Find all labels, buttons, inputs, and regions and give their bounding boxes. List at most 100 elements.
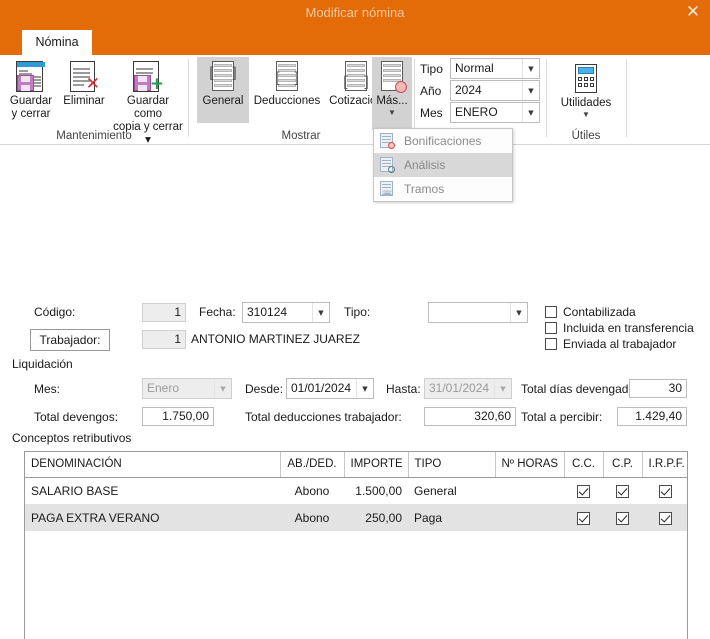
desde-date-input[interactable]: 01/01/2024 ▼ (286, 378, 374, 399)
ribbon-separator-4 (626, 59, 627, 137)
ribbon-group-label-mantenimiento: Mantenimiento (56, 130, 132, 142)
cell-importe: 250,00 (344, 504, 408, 531)
checkbox-checked-icon (659, 511, 672, 525)
cell-irpf[interactable] (642, 477, 687, 504)
cell-horas (495, 477, 564, 504)
total-deducciones-field[interactable]: 320,60 (424, 407, 516, 426)
ribbon-ano-label: Año (420, 84, 442, 98)
checkbox-contabilizada[interactable]: Contabilizada (545, 305, 636, 319)
cell-cp[interactable] (603, 477, 642, 504)
checkbox-box (545, 306, 557, 318)
save-close-icon (4, 59, 58, 95)
ribbon-tipo-select[interactable]: Normal ▼ (450, 58, 540, 79)
mas-button[interactable]: Más... ▼ (372, 57, 412, 130)
cell-cc[interactable] (564, 504, 603, 531)
checkbox-box (545, 338, 557, 350)
total-dias-field[interactable]: 30 (629, 379, 687, 398)
chevron-down-icon[interactable]: ▼ (356, 379, 373, 398)
checkbox-label: Enviada al trabajador (563, 337, 677, 351)
tipo-select[interactable]: ▼ (428, 302, 528, 323)
general-label: General (202, 95, 244, 107)
checkbox-checked-icon (616, 484, 629, 498)
conceptos-table-container[interactable]: DENOMINACIÓN AB./DED. IMPORTE TIPO Nº HO… (24, 451, 688, 639)
column-header-irpf[interactable]: I.R.P.F. (642, 452, 687, 478)
general-button[interactable]: [ ] General (197, 57, 249, 123)
guardar-y-cerrar-label-1: Guardar (9, 95, 53, 107)
column-header-denominacion[interactable]: DENOMINACIÓN (25, 452, 281, 478)
guardar-y-cerrar-label-2: y cerrar (11, 108, 51, 120)
deducciones-button[interactable]: [ ] Deducciones (251, 57, 323, 123)
document-grid-icon: [ ] (251, 59, 323, 95)
chevron-down-icon[interactable]: ▼ (214, 379, 231, 398)
delete-document-icon: ✕ (59, 59, 109, 95)
fecha-label: Fecha: (199, 305, 236, 319)
menu-item-analisis[interactable]: Análisis (374, 153, 512, 177)
eliminar-button[interactable]: ✕ Eliminar (59, 57, 109, 108)
tab-nomina[interactable]: Nómina (22, 30, 92, 55)
mes-label: Mes: (34, 382, 61, 396)
utilidades-button[interactable]: Utilidades ▼ (550, 59, 622, 119)
column-header-horas[interactable]: Nº HORAS (495, 452, 565, 478)
column-header-tipo[interactable]: TIPO (408, 452, 496, 478)
tipo-label: Tipo: (344, 305, 371, 319)
chevron-down-icon[interactable]: ▼ (550, 111, 622, 119)
total-devengos-label: Total devengos: (34, 410, 119, 424)
total-deducciones-label: Total deducciones trabajador: (245, 410, 402, 424)
hasta-date-input[interactable]: 31/01/2024 ▼ (424, 378, 512, 399)
close-icon[interactable]: ✕ (680, 2, 706, 24)
total-dias-label: Total días devengados: (521, 382, 645, 396)
total-percibir-field[interactable]: 1.429,40 (617, 407, 687, 426)
chevron-down-icon[interactable]: ▼ (522, 59, 539, 78)
cell-tipo: General (414, 483, 457, 498)
document-search-icon (378, 156, 396, 174)
document-layers-icon (378, 180, 396, 198)
guardar-y-cerrar-button[interactable]: Guardar y cerrar (4, 57, 58, 121)
chevron-down-icon[interactable]: ▼ (522, 103, 539, 122)
ribbon-separator-3 (546, 59, 547, 137)
codigo-field: 1 (142, 303, 186, 322)
chevron-down-icon[interactable]: ▼ (522, 81, 539, 100)
ribbon-separator-2 (414, 59, 415, 137)
column-header-importe[interactable]: IMPORTE (344, 452, 409, 478)
trabajador-name: ANTONIO MARTINEZ JUAREZ (191, 332, 360, 346)
ribbon-group-label-utiles: Útiles (571, 130, 601, 142)
chevron-down-icon[interactable]: ▼ (494, 379, 511, 398)
column-header-abded[interactable]: AB./DED. (280, 452, 345, 478)
deducciones-label: Deducciones (253, 95, 321, 107)
table-row[interactable]: PAGA EXTRA VERANO Abono 250,00 Paga (25, 504, 687, 531)
cell-abded: Abono (294, 483, 330, 498)
codigo-label: Código: (34, 305, 76, 319)
utilidades-label: Utilidades (560, 97, 612, 109)
cell-tipo: Paga (408, 504, 495, 531)
menu-item-tramos[interactable]: Tramos (374, 177, 512, 201)
ribbon-ano-select[interactable]: 2024 ▼ (450, 80, 540, 101)
checkbox-enviada-al-trabajador[interactable]: Enviada al trabajador (545, 337, 676, 351)
cell-irpf[interactable] (642, 504, 687, 531)
cell-cp[interactable] (603, 504, 642, 531)
menu-item-bonificaciones[interactable]: Bonificaciones (374, 129, 512, 153)
hasta-label: Hasta: (386, 382, 421, 396)
ribbon-separator-1 (188, 59, 189, 137)
conceptos-retributivos-label: Conceptos retributivos (12, 431, 132, 445)
fecha-date-input[interactable]: 310124 ▼ (242, 302, 330, 323)
document-seal-icon (378, 132, 396, 150)
mes-select[interactable]: Enero ▼ (142, 378, 232, 399)
table-row[interactable]: SALARIO BASE Abono 1.500,00 General (25, 477, 687, 504)
ribbon-mes-select[interactable]: ENERO ▼ (450, 102, 540, 123)
trabajador-button[interactable]: Trabajador: (30, 329, 110, 351)
liquidacion-section-label: Liquidación (12, 357, 73, 371)
column-header-cp[interactable]: C.P. (603, 452, 643, 478)
calculator-icon (550, 61, 622, 97)
table-header-row: DENOMINACIÓN AB./DED. IMPORTE TIPO Nº HO… (25, 452, 687, 478)
chevron-down-icon[interactable]: ▼ (312, 303, 329, 322)
chevron-down-icon[interactable]: ▼ (510, 303, 527, 322)
checkbox-incluida-en-transferencia[interactable]: Incluida en transferencia (545, 321, 694, 335)
checkbox-label: Contabilizada (563, 305, 636, 319)
total-devengos-field[interactable]: 1.750,00 (142, 407, 214, 426)
cell-horas (495, 504, 564, 531)
column-header-cc[interactable]: C.C. (564, 452, 604, 478)
chevron-down-icon[interactable]: ▼ (372, 109, 412, 117)
checkbox-label: Incluida en transferencia (563, 321, 694, 335)
ribbon-mes-label: Mes (420, 106, 443, 120)
cell-cc[interactable] (564, 477, 603, 504)
